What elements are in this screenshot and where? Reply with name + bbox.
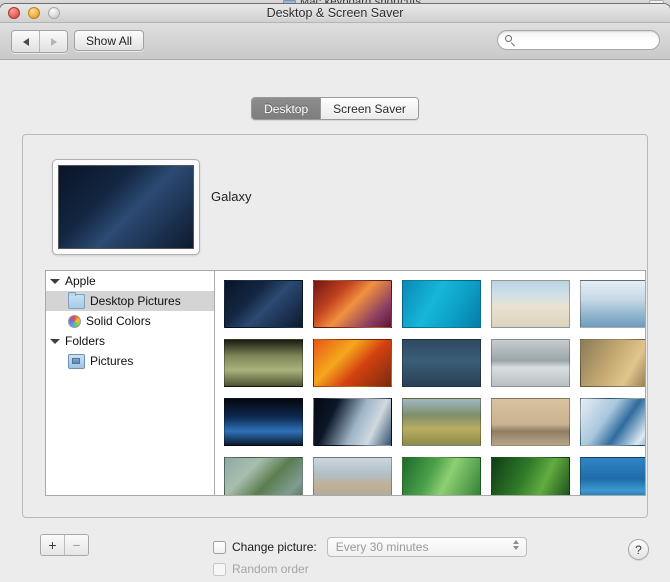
pictures-folder-icon <box>68 353 85 369</box>
options-section: Change picture: Every 30 minutes Random … <box>213 536 527 582</box>
wallpaper-thumbnail[interactable] <box>402 398 481 446</box>
search-input[interactable] <box>520 33 670 47</box>
show-all-label: Show All <box>86 33 133 48</box>
wallpaper-preview[interactable] <box>52 159 200 255</box>
sidebar-item-pictures[interactable]: Pictures <box>46 351 214 371</box>
change-picture-interval-value: Every 30 minutes <box>335 540 429 554</box>
back-button[interactable] <box>12 31 39 52</box>
random-order-row: Random order <box>213 558 527 580</box>
tab-desktop[interactable]: Desktop <box>252 98 321 119</box>
wallpaper-thumbnail[interactable] <box>580 398 645 446</box>
wallpaper-thumbnail[interactable] <box>491 339 570 387</box>
wallpaper-thumbnail[interactable] <box>313 398 392 446</box>
wallpaper-thumbnail[interactable] <box>313 457 392 495</box>
sidebar-item-solid-colors-label: Solid Colors <box>86 314 151 328</box>
forward-button <box>39 31 67 52</box>
wallpaper-thumbnail[interactable] <box>580 457 645 495</box>
wallpaper-thumbnail[interactable] <box>313 280 392 328</box>
source-group-apple[interactable]: Apple <box>46 271 214 291</box>
sidebar-item-desktop-pictures[interactable]: Desktop Pictures <box>46 291 214 311</box>
source-group-folders[interactable]: Folders <box>46 331 214 351</box>
title-bar: Desktop & Screen Saver <box>0 4 670 23</box>
wallpaper-grid-scroll[interactable] <box>215 270 646 496</box>
random-order-checkbox <box>213 562 226 576</box>
remove-folder-label: − <box>72 537 81 553</box>
wallpaper-thumbnail[interactable] <box>402 457 481 495</box>
wallpaper-thumbnail[interactable] <box>224 457 303 495</box>
add-remove-folder-buttons: + − <box>40 534 89 556</box>
tab-screen-saver-label: Screen Saver <box>333 101 406 116</box>
remove-folder-button: − <box>64 535 88 555</box>
wallpaper-thumbnail[interactable] <box>224 339 303 387</box>
source-list[interactable]: Apple Desktop Pictures Solid Colors Fold… <box>45 270 215 496</box>
wallpaper-thumbnail[interactable] <box>224 280 303 328</box>
search-field[interactable] <box>497 30 670 50</box>
preferences-body: Desktop Screen Saver Galaxy Apple Deskto… <box>0 60 670 582</box>
change-picture-checkbox[interactable] <box>213 540 226 554</box>
sidebar-item-pictures-label: Pictures <box>90 354 134 368</box>
show-all-button[interactable]: Show All <box>74 30 145 51</box>
wallpaper-name-label: Galaxy <box>211 189 252 204</box>
search-icon <box>505 34 516 46</box>
tab-bar: Desktop Screen Saver <box>0 97 670 120</box>
add-folder-button[interactable]: + <box>41 535 64 555</box>
color-wheel-icon <box>68 314 81 328</box>
wallpaper-thumbnail[interactable] <box>580 280 645 328</box>
wallpaper-thumbnail[interactable] <box>402 280 481 328</box>
chevron-down-icon[interactable] <box>50 338 60 344</box>
random-order-label: Random order <box>232 562 309 576</box>
wallpaper-thumbnail[interactable] <box>224 398 303 446</box>
system-preferences-window: Desktop & Screen Saver Show All Desktop … <box>0 4 670 582</box>
wallpaper-thumbnail[interactable] <box>313 339 392 387</box>
wallpaper-preview-image <box>58 165 194 249</box>
page-title: Desktop & Screen Saver <box>266 6 404 20</box>
chevron-updown-icon <box>512 540 519 550</box>
folder-icon <box>68 291 85 309</box>
tab-desktop-label: Desktop <box>264 101 309 116</box>
change-picture-row: Change picture: Every 30 minutes <box>213 536 527 558</box>
wallpaper-thumbnail[interactable] <box>402 339 481 387</box>
wallpaper-thumbnail[interactable] <box>580 339 645 387</box>
wallpaper-thumbnail[interactable] <box>491 457 570 495</box>
toolbar: Show All <box>0 23 670 60</box>
source-group-folders-label: Folders <box>65 334 106 348</box>
tab-group: Desktop Screen Saver <box>251 97 419 120</box>
wallpaper-thumbnail[interactable] <box>491 280 570 328</box>
change-picture-interval-dropdown: Every 30 minutes <box>326 537 527 557</box>
forward-arrow-icon <box>50 37 57 46</box>
change-picture-label: Change picture: <box>232 540 317 554</box>
sidebar-item-desktop-pictures-label: Desktop Pictures <box>90 294 181 308</box>
wallpaper-thumbnail[interactable] <box>491 398 570 446</box>
chevron-down-icon[interactable] <box>50 278 60 284</box>
navigation-buttons <box>11 30 68 53</box>
tab-screen-saver[interactable]: Screen Saver <box>320 98 418 119</box>
wallpaper-grid <box>215 271 645 495</box>
back-arrow-icon <box>22 37 29 46</box>
source-group-apple-label: Apple <box>65 274 96 288</box>
help-button[interactable]: ? <box>628 539 649 560</box>
add-folder-label: + <box>48 537 57 553</box>
sidebar-item-solid-colors[interactable]: Solid Colors <box>46 311 214 331</box>
desktop-panel: Galaxy Apple Desktop Pictures Solid Colo… <box>22 134 648 518</box>
question-mark-icon: ? <box>635 542 642 557</box>
